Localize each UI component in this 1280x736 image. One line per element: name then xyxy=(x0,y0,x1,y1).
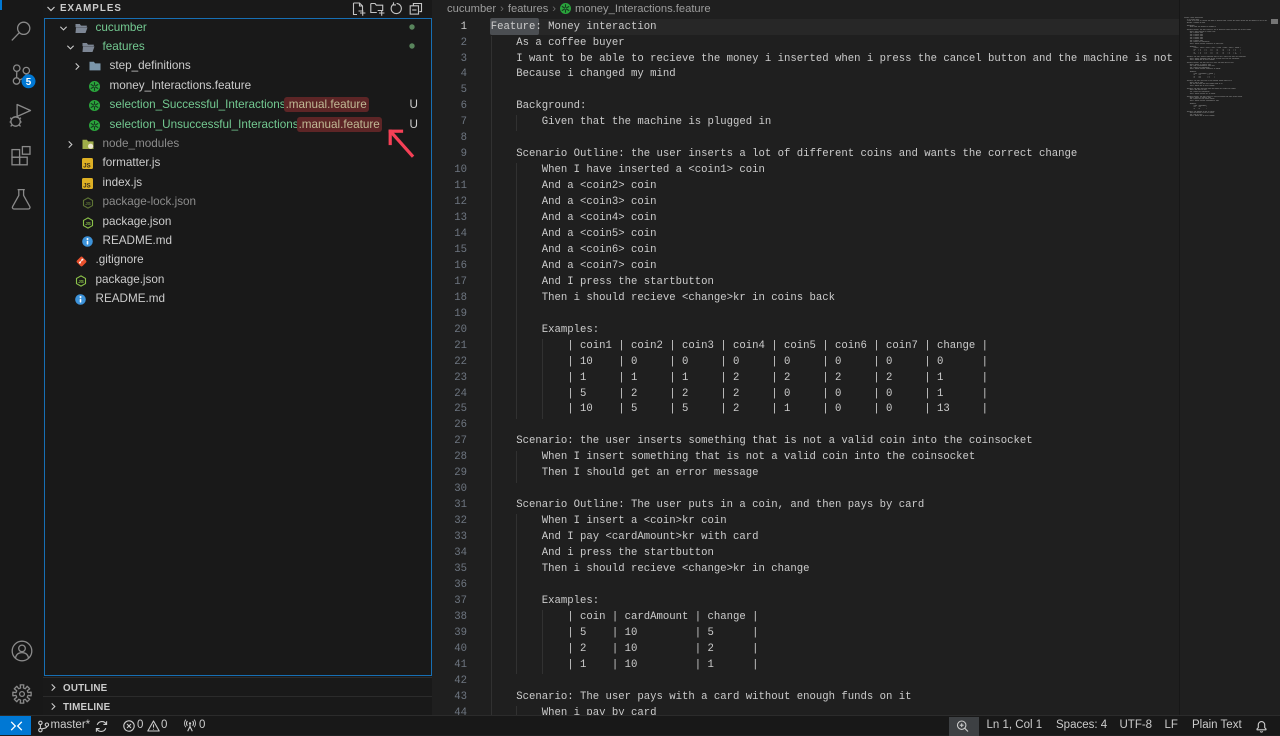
svg-text:JS: JS xyxy=(83,164,90,170)
svg-text:JS: JS xyxy=(83,183,90,189)
svg-text:JS: JS xyxy=(78,279,84,284)
svg-text:JS: JS xyxy=(85,220,91,225)
svg-text:5: 5 xyxy=(26,76,32,87)
svg-text:JS: JS xyxy=(85,201,91,206)
